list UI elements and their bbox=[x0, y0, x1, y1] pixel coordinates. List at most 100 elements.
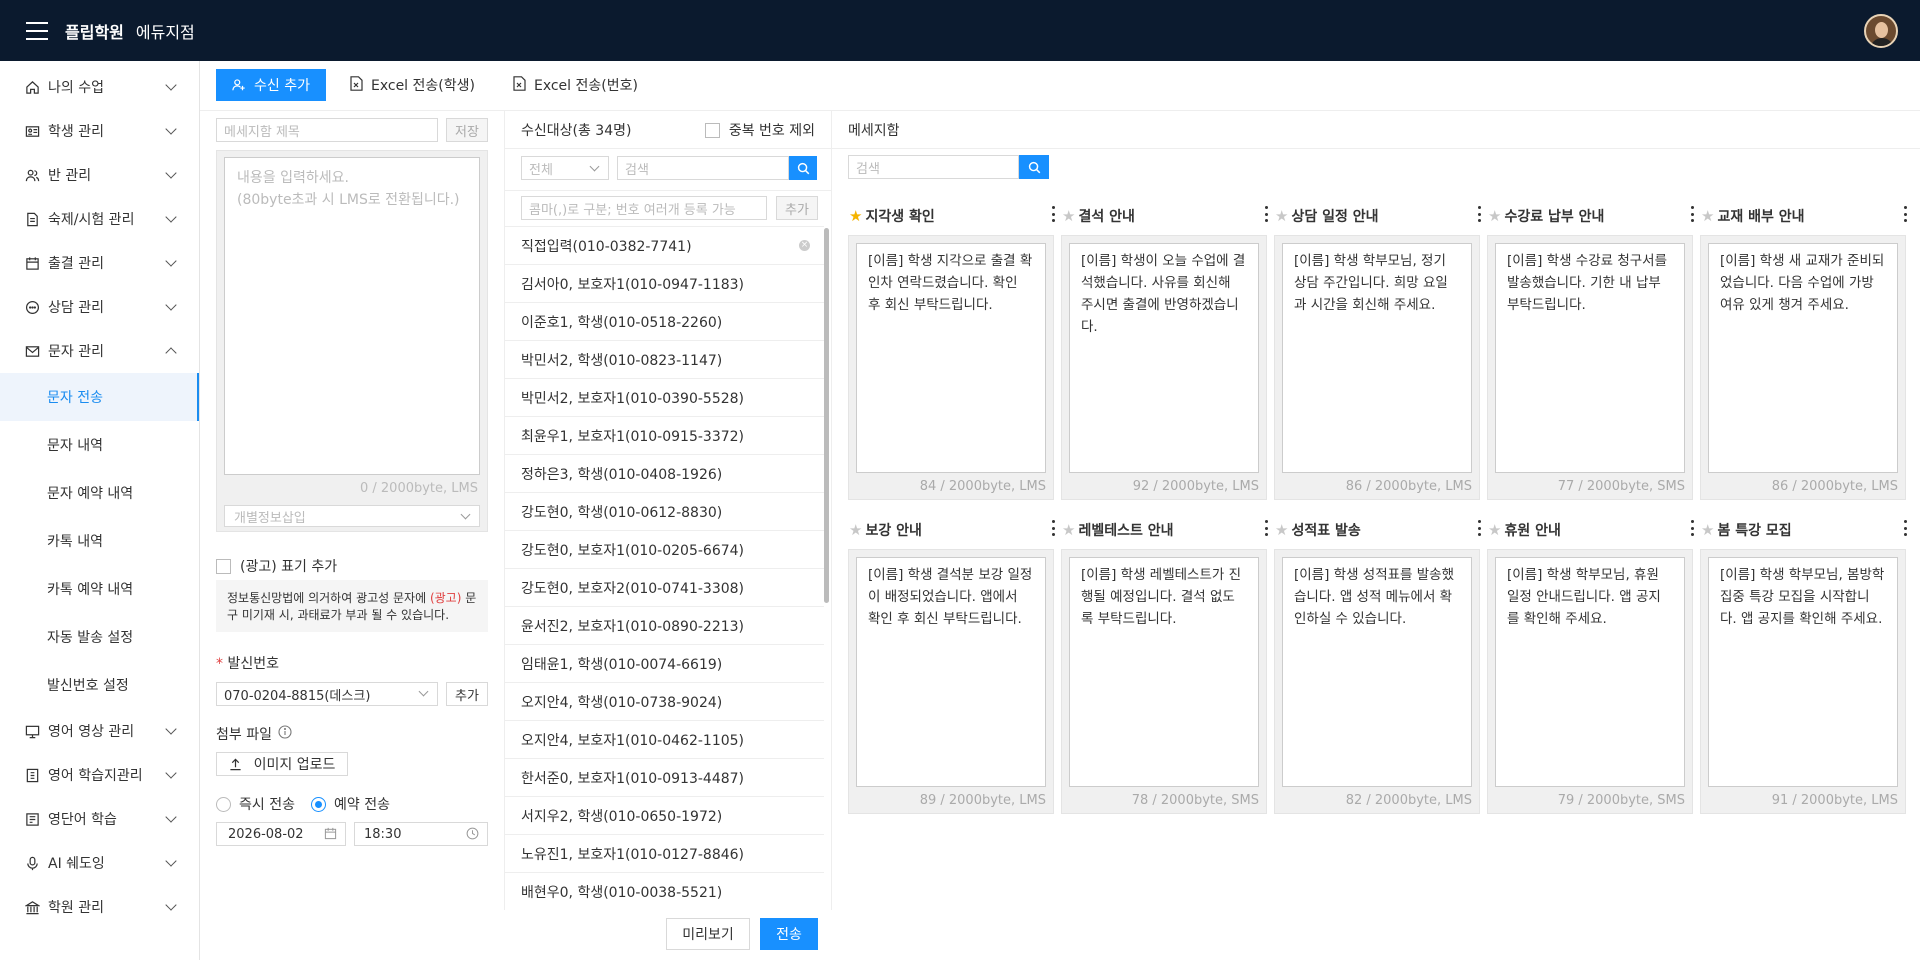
sender-number-select[interactable]: 070-0204-8815(데스크) bbox=[216, 682, 438, 706]
sidebar-item-english-video[interactable]: 영어 영상 관리 bbox=[0, 709, 199, 753]
template-text[interactable]: [이름] 학생 새 교재가 준비되었습니다. 다음 수업에 가방 여유 있게 챙… bbox=[1708, 243, 1898, 473]
template-text[interactable]: [이름] 학생이 오늘 수업에 결석했습니다. 사유를 회신해 주시면 출결에 … bbox=[1069, 243, 1259, 473]
sidebar-item-english-worksheet[interactable]: 영어 학습지관리 bbox=[0, 753, 199, 797]
recipient-row[interactable]: 서지우2, 학생(010-0650-1972) bbox=[505, 797, 824, 835]
sidebar-subitem-send-sms[interactable]: 문자 전송 bbox=[0, 373, 199, 421]
sidebar-subitem-sms-history[interactable]: 문자 내역 bbox=[0, 421, 199, 469]
more-options-icon[interactable] bbox=[1477, 520, 1481, 536]
message-body-textarea[interactable]: 내용을 입력하세요. (80byte초과 시 LMS로 전환됩니다.) bbox=[224, 157, 480, 475]
sidebar-subitem-auto-send[interactable]: 자동 발송 설정 bbox=[0, 613, 199, 661]
clear-icon[interactable]: × bbox=[799, 240, 810, 251]
recipient-row[interactable]: 오지안4, 보호자1(010-0462-1105) bbox=[505, 721, 824, 759]
recipient-row[interactable]: 한서준0, 보호자1(010-0913-4487) bbox=[505, 759, 824, 797]
template-card[interactable]: ★ 휴원 안내 [이름] 학생 학부모님, 휴원 일정 안내드립니다. 앱 공지를 … bbox=[1487, 512, 1700, 814]
sidebar-item-class-mgmt[interactable]: 반 관리 bbox=[0, 153, 199, 197]
ad-label-checkbox[interactable] bbox=[216, 558, 231, 574]
recipient-row[interactable]: 배현우0, 학생(010-0038-5521) bbox=[505, 873, 824, 910]
more-options-icon[interactable] bbox=[1264, 520, 1268, 536]
image-upload-button[interactable]: 이미지 업로드 bbox=[216, 752, 348, 776]
sidebar-item-attendance[interactable]: 출결 관리 bbox=[0, 241, 199, 285]
save-button[interactable]: 저장 bbox=[446, 118, 488, 142]
recipient-row[interactable]: 강도현0, 보호자1(010-0205-6674) bbox=[505, 531, 824, 569]
star-outline-icon[interactable]: ★ bbox=[1488, 521, 1501, 539]
recipient-row[interactable]: 노유진1, 보호자1(010-0127-8846) bbox=[505, 835, 824, 873]
template-card[interactable]: ★ 교재 배부 안내 [이름] 학생 새 교재가 준비되었습니다. 다음 수업에 가… bbox=[1700, 198, 1913, 500]
sidebar-item-sms[interactable]: 문자 관리 bbox=[0, 329, 199, 373]
star-outline-icon[interactable]: ★ bbox=[1701, 207, 1714, 225]
send-now-radio[interactable] bbox=[216, 796, 231, 812]
template-card[interactable]: ★ 보강 안내 [이름] 학생 결석분 보강 일정이 배정되었습니다. 앱에서 확인… bbox=[848, 512, 1061, 814]
send-button[interactable]: 전송 bbox=[760, 918, 818, 950]
template-text[interactable]: [이름] 학생 수강료 청구서를 발송했습니다. 기한 내 납부 부탁드립니다. bbox=[1495, 243, 1685, 473]
recipient-row[interactable]: 오지안4, 학생(010-0738-9024) bbox=[505, 683, 824, 721]
sidebar-item-vocab[interactable]: 영단어 학습 bbox=[0, 797, 199, 841]
time-picker[interactable]: 18:30 bbox=[354, 822, 488, 846]
more-options-icon[interactable] bbox=[1264, 206, 1268, 222]
hamburger-menu-icon[interactable] bbox=[26, 21, 48, 40]
recipient-row[interactable]: 임태윤1, 학생(010-0074-6619) bbox=[505, 645, 824, 683]
manual-number-input[interactable]: 콤마(,)로 구분; 번호 여러개 등록 가능 bbox=[521, 196, 767, 220]
template-card[interactable]: ★ 성적표 발송 [이름] 학생 성적표를 발송했습니다. 앱 성적 메뉴에서 확인… bbox=[1274, 512, 1487, 814]
sender-add-button[interactable]: 추가 bbox=[446, 682, 488, 706]
template-card[interactable]: ★ 상담 일정 안내 [이름] 학생 학부모님, 정기 상담 주간입니다. 희망 요… bbox=[1274, 198, 1487, 500]
template-card[interactable]: ★ 지각생 확인 [이름] 학생 지각으로 출결 확인차 연락드렸습니다. 확인 후… bbox=[848, 198, 1061, 500]
recipient-row[interactable]: 강도현0, 학생(010-0612-8830) bbox=[505, 493, 824, 531]
sidebar-item-students[interactable]: 학생 관리 bbox=[0, 109, 199, 153]
send-reserved-radio[interactable] bbox=[310, 796, 326, 812]
search-button[interactable] bbox=[789, 156, 817, 180]
sidebar-item-academy[interactable]: 학원 관리 bbox=[0, 885, 199, 929]
recipient-row[interactable]: 박민서2, 학생(010-0823-1147) bbox=[505, 341, 824, 379]
template-text[interactable]: [이름] 학생 학부모님, 정기 상담 주간입니다. 희망 요일과 시간을 회신… bbox=[1282, 243, 1472, 473]
template-text[interactable]: [이름] 학생 학부모님, 휴원 일정 안내드립니다. 앱 공지를 확인해 주세… bbox=[1495, 557, 1685, 787]
star-outline-icon[interactable]: ★ bbox=[1275, 207, 1288, 225]
sidebar-subitem-kakao-reserved[interactable]: 카톡 예약 내역 bbox=[0, 565, 199, 613]
sidebar-item-my-class[interactable]: 나의 수업 bbox=[0, 65, 199, 109]
more-options-icon[interactable] bbox=[1903, 520, 1907, 536]
template-card[interactable]: ★ 결석 안내 [이름] 학생이 오늘 수업에 결석했습니다. 사유를 회신해 주시… bbox=[1061, 198, 1274, 500]
template-card[interactable]: ★ 수강료 납부 안내 [이름] 학생 수강료 청구서를 발송했습니다. 기한 내 … bbox=[1487, 198, 1700, 500]
more-options-icon[interactable] bbox=[1051, 206, 1055, 222]
excel-number-button[interactable]: Excel 전송(번호) bbox=[513, 75, 638, 95]
recipient-row[interactable]: 김서아0, 보호자1(010-0947-1183) bbox=[505, 265, 824, 303]
more-options-icon[interactable] bbox=[1690, 206, 1694, 222]
more-options-icon[interactable] bbox=[1690, 520, 1694, 536]
sidebar-subitem-sender-number[interactable]: 발신번호 설정 bbox=[0, 661, 199, 709]
template-text[interactable]: [이름] 학생 레벨테스트가 진행될 예정입니다. 결석 없도록 부탁드립니다. bbox=[1069, 557, 1259, 787]
recipient-filter-select[interactable]: 전체 bbox=[521, 156, 609, 180]
star-outline-icon[interactable]: ★ bbox=[1062, 521, 1075, 539]
star-outline-icon[interactable]: ★ bbox=[1062, 207, 1075, 225]
template-text[interactable]: [이름] 학생 성적표를 발송했습니다. 앱 성적 메뉴에서 확인하실 수 있습… bbox=[1282, 557, 1472, 787]
recipient-row[interactable]: 최윤우1, 보호자1(010-0915-3372) bbox=[505, 417, 824, 455]
more-options-icon[interactable] bbox=[1477, 206, 1481, 222]
template-search-input[interactable]: 검색 bbox=[848, 155, 1019, 179]
preview-button[interactable]: 미리보기 bbox=[666, 918, 750, 950]
recipient-row[interactable]: 박민서2, 보호자1(010-0390-5528) bbox=[505, 379, 824, 417]
more-options-icon[interactable] bbox=[1051, 520, 1055, 536]
star-outline-icon[interactable]: ★ bbox=[1701, 521, 1714, 539]
manual-add-button[interactable]: 추가 bbox=[776, 196, 818, 220]
sidebar-subitem-sms-reserved[interactable]: 문자 예약 내역 bbox=[0, 469, 199, 517]
user-avatar[interactable] bbox=[1864, 14, 1898, 48]
star-outline-icon[interactable]: ★ bbox=[1275, 521, 1288, 539]
sidebar-item-ai-shadowing[interactable]: AI 쉐도잉 bbox=[0, 841, 199, 885]
template-text[interactable]: [이름] 학생 학부모님, 봄방학 집중 특강 모집을 시작합니다. 앱 공지를… bbox=[1708, 557, 1898, 787]
recipient-row[interactable]: 직접입력(010-0382-7741) × bbox=[505, 227, 824, 265]
star-outline-icon[interactable]: ★ bbox=[849, 521, 862, 539]
recipient-row[interactable]: 강도현0, 보호자2(010-0741-3308) bbox=[505, 569, 824, 607]
excel-student-button[interactable]: Excel 전송(학생) bbox=[350, 75, 475, 95]
template-card[interactable]: ★ 봄 특강 모집 [이름] 학생 학부모님, 봄방학 집중 특강 모집을 시작합니… bbox=[1700, 512, 1913, 814]
personal-info-select[interactable]: 개별정보삽입 bbox=[224, 505, 480, 527]
template-card[interactable]: ★ 레벨테스트 안내 [이름] 학생 레벨테스트가 진행될 예정입니다. 결석 없도… bbox=[1061, 512, 1274, 814]
template-text[interactable]: [이름] 학생 지각으로 출결 확인차 연락드렸습니다. 확인 후 회신 부탁드… bbox=[856, 243, 1046, 473]
template-search-button[interactable] bbox=[1019, 155, 1049, 179]
sidebar-subitem-kakao-history[interactable]: 카톡 내역 bbox=[0, 517, 199, 565]
recipient-row[interactable]: 정하은3, 학생(010-0408-1926) bbox=[505, 455, 824, 493]
recipient-row[interactable]: 이준호1, 학생(010-0518-2260) bbox=[505, 303, 824, 341]
scrollbar[interactable] bbox=[824, 228, 829, 603]
info-icon[interactable] bbox=[278, 725, 292, 743]
exclude-duplicate-checkbox[interactable] bbox=[704, 122, 720, 138]
star-filled-icon[interactable]: ★ bbox=[849, 207, 862, 225]
recipient-search-input[interactable]: 검색 bbox=[617, 156, 789, 180]
recipient-row[interactable]: 윤서진2, 보호자1(010-0890-2213) bbox=[505, 607, 824, 645]
date-picker[interactable]: 2026-08-02 bbox=[216, 822, 346, 846]
